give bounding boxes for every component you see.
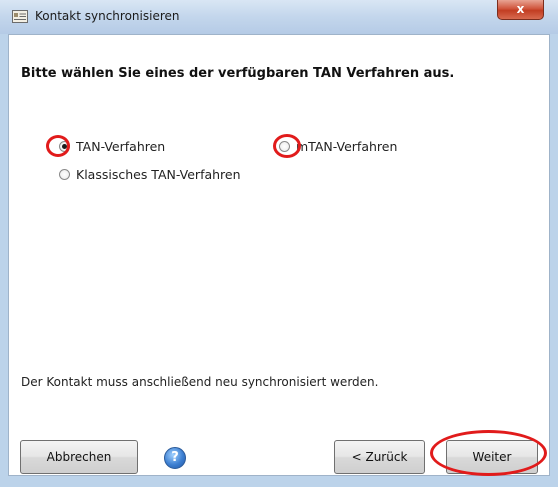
dialog-content: Bitte wählen Sie eines der verfügbaren T…	[8, 34, 550, 476]
radio-label: mTAN-Verfahren	[296, 139, 398, 154]
radio-label: Klassisches TAN-Verfahren	[76, 167, 241, 182]
close-button[interactable]: x	[497, 0, 544, 20]
back-button[interactable]: < Zurück	[334, 440, 425, 474]
window-title: Kontakt synchronisieren	[35, 9, 180, 23]
contact-card-icon	[12, 10, 28, 23]
red-highlight-circle	[430, 430, 547, 476]
dialog-window: Kontakt synchronisieren x Bitte wählen S…	[0, 0, 558, 487]
radio-label: TAN-Verfahren	[76, 139, 166, 154]
window-frame-bottom	[0, 476, 558, 487]
red-highlight-circle	[46, 135, 70, 157]
help-icon[interactable]: ?	[164, 447, 186, 469]
red-highlight-circle	[273, 134, 301, 158]
radio-button-icon[interactable]	[59, 169, 70, 180]
title-bar[interactable]: Kontakt synchronisieren x	[0, 0, 558, 34]
radio-tan-verfahren[interactable]: TAN-Verfahren	[59, 139, 165, 154]
cancel-button[interactable]: Abbrechen	[20, 440, 138, 474]
radio-klassisches-tan-verfahren[interactable]: Klassisches TAN-Verfahren	[59, 167, 241, 182]
sync-note: Der Kontakt muss anschließend neu synchr…	[21, 375, 379, 389]
close-icon: x	[516, 2, 525, 16]
page-heading: Bitte wählen Sie eines der verfügbaren T…	[21, 66, 455, 81]
